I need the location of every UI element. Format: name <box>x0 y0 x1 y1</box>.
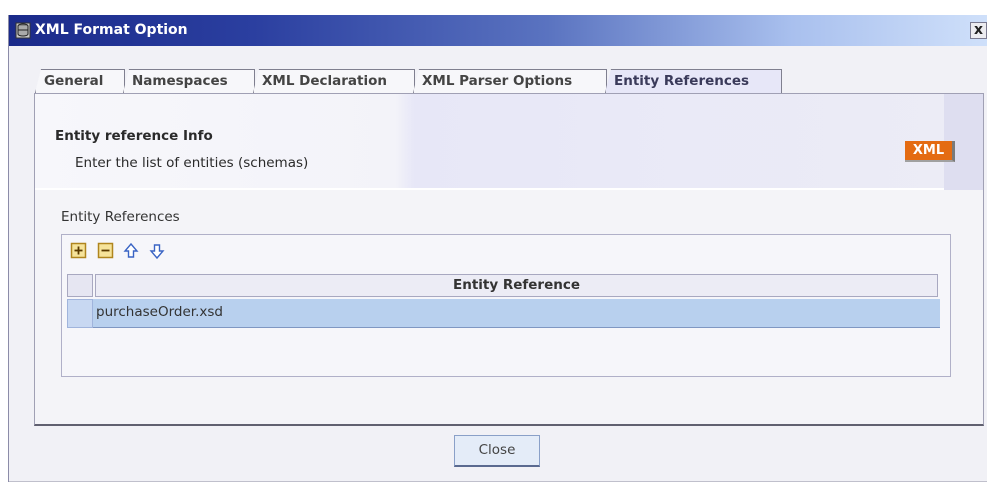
add-icon[interactable] <box>70 242 88 260</box>
info-header: Entity reference Info Enter the list of … <box>35 94 983 190</box>
table-row[interactable]: purchaseOrder.xsd <box>93 299 940 328</box>
column-header-entity-reference[interactable]: Entity Reference <box>95 274 938 297</box>
entity-references-grid: Entity Reference purchaseOrder.xsd <box>61 234 951 377</box>
tab-namespaces[interactable]: Namespaces <box>123 69 255 93</box>
db-icon <box>15 22 31 39</box>
grid-header-corner <box>67 274 93 297</box>
info-description: Enter the list of entities (schemas) <box>75 155 309 171</box>
remove-icon[interactable] <box>97 242 115 260</box>
tab-xml-parser-options[interactable]: XML Parser Options <box>413 69 607 93</box>
close-icon[interactable]: x <box>970 22 987 39</box>
info-title: Entity reference Info <box>55 128 213 144</box>
tab-xml-declaration[interactable]: XML Declaration <box>253 69 415 93</box>
close-button[interactable]: Close <box>454 435 540 467</box>
move-down-icon[interactable] <box>148 242 166 260</box>
row-selector[interactable] <box>67 299 93 328</box>
entity-references-label: Entity References <box>61 209 180 225</box>
title-bar[interactable]: XML Format Option <box>9 15 987 46</box>
tab-general[interactable]: General <box>35 69 125 93</box>
dialog-window: XML Format Option x General Namespaces X… <box>8 15 987 482</box>
tab-entity-references[interactable]: Entity References <box>605 69 782 93</box>
xml-badge: XML <box>905 141 955 162</box>
window-title: XML Format Option <box>35 22 188 38</box>
move-up-icon[interactable] <box>122 242 140 260</box>
